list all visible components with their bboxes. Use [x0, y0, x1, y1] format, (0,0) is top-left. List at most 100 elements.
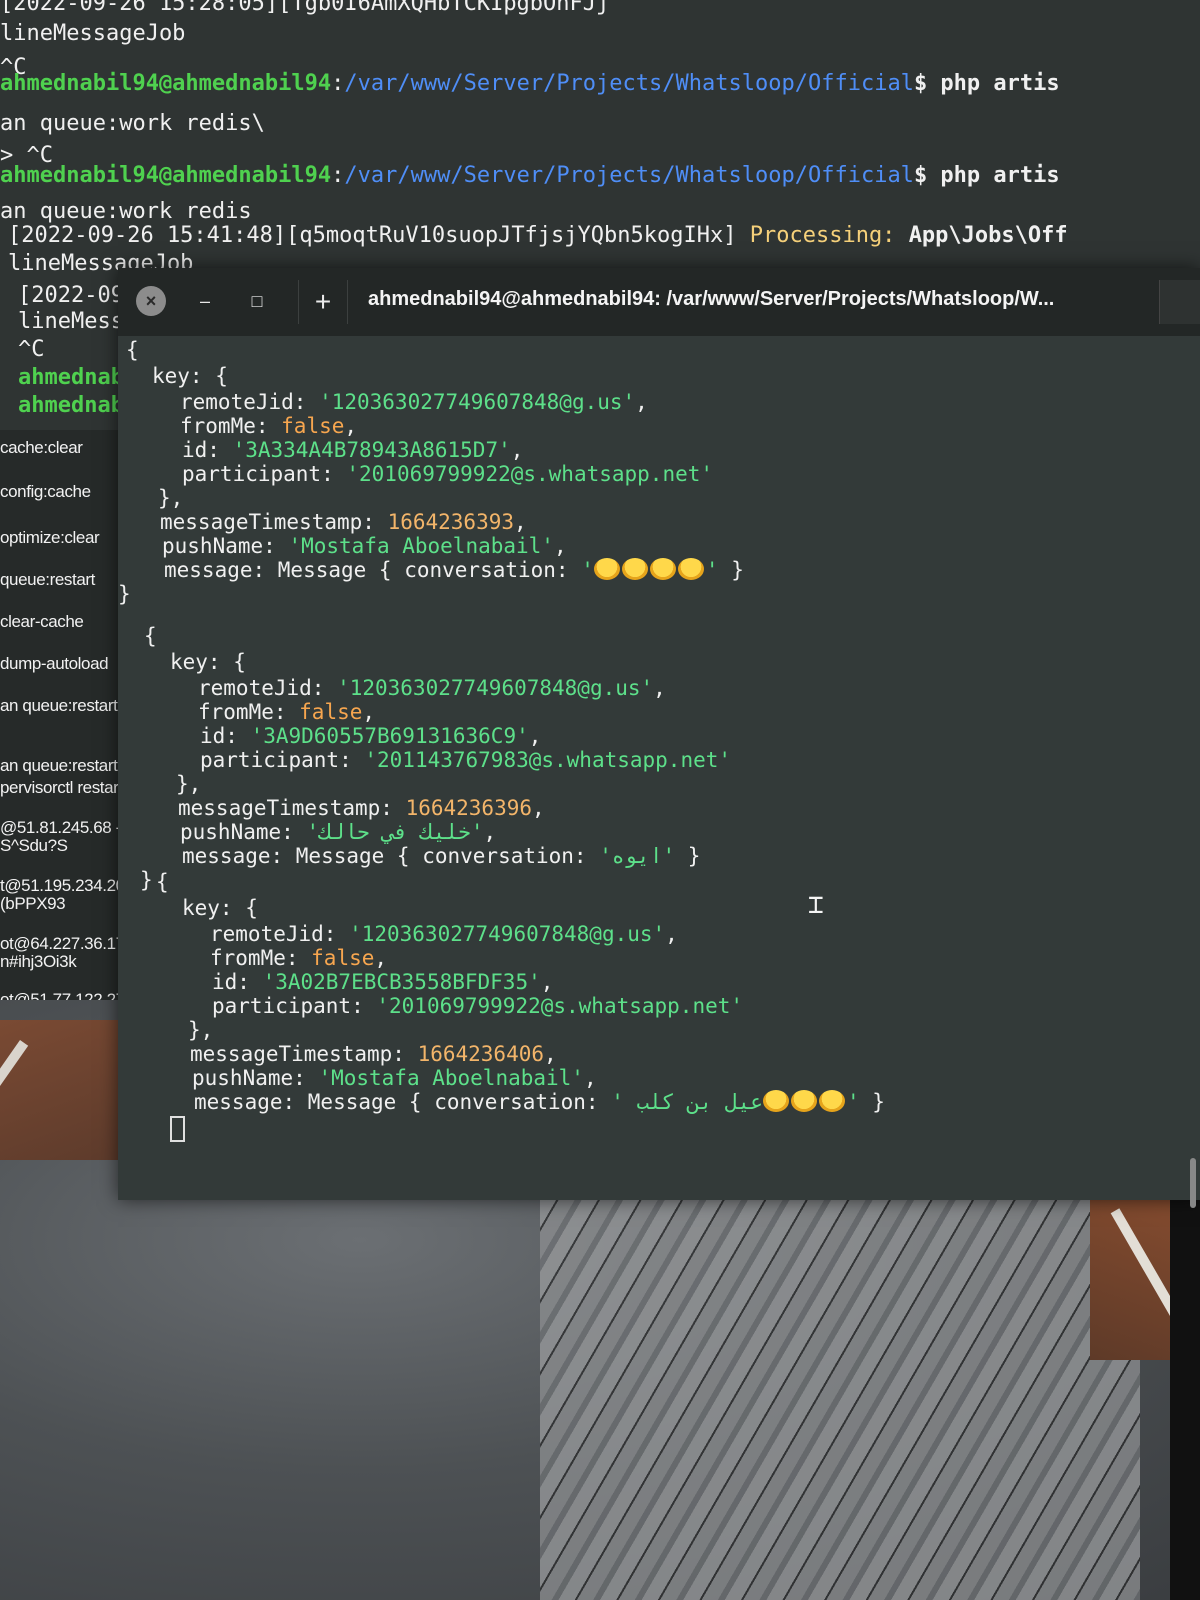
history-item[interactable]: optimize:clear	[0, 528, 100, 548]
history-item[interactable]: n#ihj3Oi3k	[0, 952, 77, 972]
back-terminal-text: ahmednabil94@ahmednabil94	[0, 71, 332, 96]
terminal-token: 'Mostafa Aboelnabail'	[318, 1066, 584, 1090]
field-remoteJid: remoteJid: '120363027749607848@g.us',	[180, 390, 648, 414]
field-messageTimestamp: messageTimestamp: 1664236396,	[178, 796, 545, 820]
terminal-token: '201069799922@s.whatsapp.net'	[376, 994, 744, 1018]
terminal-token: message: Message { conversation:	[194, 1090, 612, 1114]
field-pushName: pushName: 'Mostafa Aboelnabail',	[192, 1066, 597, 1090]
terminal-token: ايوه	[611, 844, 663, 868]
terminal-token: ,	[528, 724, 542, 748]
field-id: id: '3A9D60557B69131636C9',	[200, 724, 541, 748]
field-fromMe: fromMe: false,	[198, 700, 375, 724]
terminal-token: عيل بن كلب	[623, 1090, 763, 1114]
back-terminal-text: /var/www/Server/Projects/Whatsloop/Offic…	[344, 71, 914, 96]
terminal-token: ,	[540, 970, 554, 994]
terminal-line: key: {	[170, 650, 246, 674]
terminal-token: fromMe:	[180, 414, 282, 438]
terminal-token: },	[188, 1018, 214, 1042]
field-pushName: pushName: 'Mostafa Aboelnabail',	[162, 534, 567, 558]
terminal-token: false	[311, 946, 375, 970]
field-fromMe: fromMe: false,	[180, 414, 357, 438]
back-terminal-text: App\Jobs\Off	[908, 223, 1068, 248]
terminal-token: '201069799922@s.whatsapp.net'	[346, 462, 714, 486]
terminal-token: id:	[182, 438, 233, 462]
terminal-token: '120363027749607848@g.us'	[337, 676, 654, 700]
terminal-token: ,	[374, 946, 388, 970]
terminal-token: '	[705, 558, 719, 582]
field-remoteJid: remoteJid: '120363027749607848@g.us',	[210, 922, 678, 946]
terminal-token: }	[118, 582, 131, 606]
history-item[interactable]: ot@64.227.36.179	[0, 934, 134, 954]
terminal-line: key: {	[152, 364, 228, 388]
history-item[interactable]: S^Sdu?S	[0, 836, 68, 856]
history-item[interactable]: an queue:restart	[0, 696, 118, 716]
terminal-token: remoteJid:	[180, 390, 320, 414]
history-item[interactable]: dump-autoload	[0, 654, 109, 674]
terminal-token: ,	[583, 1066, 597, 1090]
terminal-token: },	[158, 486, 184, 510]
terminal-token: 1664236396	[405, 796, 533, 820]
wallpaper-cracked-lane	[540, 1160, 1140, 1600]
terminal-output[interactable]: {key: {remoteJid: '120363027749607848@g.…	[118, 338, 1200, 1200]
terminal-token: remoteJid:	[198, 676, 338, 700]
titlebar-menu-button[interactable]	[1159, 280, 1200, 324]
back-terminal-line: lineMessageJob	[0, 18, 185, 50]
terminal-token: '	[662, 844, 676, 868]
terminal-line: key: {	[182, 896, 258, 920]
terminal-token: ,	[544, 1042, 557, 1066]
terminal-token: ,	[483, 820, 497, 844]
back-terminal-text: :	[331, 163, 345, 188]
field-participant: participant: '201069799922@s.whatsapp.ne…	[212, 994, 743, 1018]
back-terminal-text: [2022-09-26 15:41:48][q5moqtRuV10suopJTf…	[8, 223, 750, 248]
history-item[interactable]: an queue:restart	[0, 756, 118, 776]
terminal-token: '	[599, 844, 612, 868]
terminal-token: key: {	[182, 896, 258, 920]
close-icon[interactable]: ×	[136, 286, 166, 316]
laughing-emoji-icon	[649, 558, 676, 580]
back-terminal-text: $ php artis	[913, 71, 1060, 96]
text-cursor-icon: ⌶	[808, 890, 824, 920]
terminal-token: message: Message { conversation:	[164, 558, 582, 582]
back-terminal-line: ahmednabil94@ahmednabil94:/var/www/Serve…	[0, 68, 1060, 100]
laughing-emoji-icon	[790, 1090, 817, 1112]
terminal-token: }	[675, 844, 701, 868]
field-participant: participant: '201069799922@s.whatsapp.ne…	[182, 462, 713, 486]
back-terminal-partial-line: ahmednab	[18, 393, 124, 418]
terminal-titlebar[interactable]: × – □ + ahmednabil94@ahmednabil94: /var/…	[118, 268, 1200, 336]
foreground-terminal-window[interactable]: × – □ + ahmednabil94@ahmednabil94: /var/…	[118, 268, 1200, 1208]
history-item[interactable]: cache:clear	[0, 438, 83, 458]
history-item[interactable]: clear-cache	[0, 612, 84, 632]
terminal-token: '3A334A4B78943A8615D7'	[232, 438, 511, 462]
back-terminal-text: lineMessageJob	[0, 21, 186, 46]
maximize-icon[interactable]: □	[242, 286, 272, 316]
terminal-scrollbar[interactable]	[1190, 1158, 1196, 1208]
new-tab-button[interactable]: +	[298, 280, 348, 324]
laughing-emoji-icon	[762, 1090, 789, 1112]
terminal-token: 'Mostafa Aboelnabail'	[288, 534, 554, 558]
history-item[interactable]: config:cache	[0, 482, 91, 502]
terminal-line: },	[176, 772, 201, 796]
back-terminal-text: Processing:	[749, 223, 909, 248]
back-terminal-line: an queue:work redis\	[0, 108, 265, 140]
terminal-token: pushName:	[162, 534, 289, 558]
field-pushName: pushName: 'خليك في حالك',	[180, 820, 496, 844]
back-terminal-line: [2022-09-26 15:28:05][Tgb0I6AmXQHbTCKIpg…	[0, 0, 609, 20]
field-remoteJid: remoteJid: '120363027749607848@g.us',	[198, 676, 666, 700]
prompt-cursor-line[interactable]	[170, 1116, 185, 1143]
history-item[interactable]: (bPPX93	[0, 894, 66, 914]
terminal-token: {	[126, 338, 139, 362]
terminal-token: ,	[344, 414, 358, 438]
terminal-token: ,	[665, 922, 678, 946]
terminal-token: '3A02B7EBCB3558BFDF35'	[262, 970, 541, 994]
terminal-token: id:	[200, 724, 251, 748]
terminal-token: false	[299, 700, 363, 724]
laughing-emoji-icon	[621, 558, 648, 580]
terminal-token: messageTimestamp:	[160, 510, 388, 534]
terminal-token: 1664236406	[417, 1042, 545, 1066]
terminal-token: 'خليك في حالك'	[306, 820, 484, 844]
history-item[interactable]: queue:restart	[0, 570, 95, 590]
terminal-token: ,	[532, 796, 545, 820]
field-messageTimestamp: messageTimestamp: 1664236406,	[190, 1042, 557, 1066]
minimize-icon[interactable]: –	[190, 286, 220, 316]
terminal-token: ,	[510, 438, 524, 462]
